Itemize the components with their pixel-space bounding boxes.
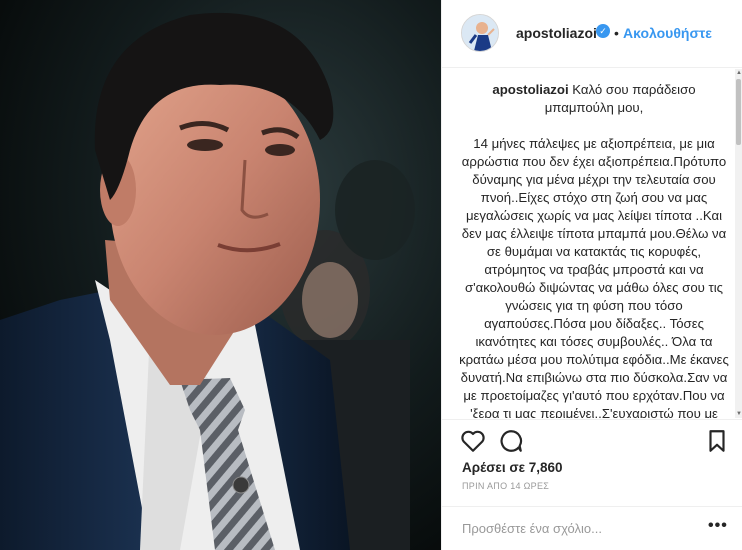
avatar-icon[interactable] xyxy=(461,14,499,52)
caption-first-paragraph: apostoliazoi Καλό σου παράδεισο μπαμπούλ… xyxy=(458,81,730,117)
post-side-panel: apostoliazoi ✓ • Ακολουθήστε apostoliazo… xyxy=(441,0,742,550)
likes-count[interactable]: Αρέσει σε 7,860 xyxy=(462,460,563,475)
caption-body: 14 μήνες πάλεψες με αξιοπρέπεια, με μια … xyxy=(459,136,729,418)
post-actions: Αρέσει σε 7,860 ΠΡΙΝ ΑΠΟ 14 ΩΡΕΣ ••• xyxy=(442,419,742,550)
portrait-photo xyxy=(0,0,441,550)
post-caption: apostoliazoi Καλό σου παράδεισο μπαμπούλ… xyxy=(458,81,730,418)
scroll-up-arrow-icon[interactable]: ▲ xyxy=(736,70,742,76)
header-separator: • xyxy=(614,25,619,41)
scrollbar-thumb[interactable] xyxy=(736,79,741,145)
verified-badge-icon: ✓ xyxy=(596,24,610,38)
post-timestamp[interactable]: ΠΡΙΝ ΑΠΟ 14 ΩΡΕΣ xyxy=(462,481,549,491)
comment-bubble-icon[interactable] xyxy=(498,428,524,454)
post-header: apostoliazoi ✓ • Ακολουθήστε xyxy=(442,0,742,68)
follow-button[interactable]: Ακολουθήστε xyxy=(623,25,712,41)
comments-area[interactable]: apostoliazoi Καλό σου παράδεισο μπαμπούλ… xyxy=(442,69,736,418)
more-options-icon[interactable]: ••• xyxy=(708,517,728,535)
post-username[interactable]: apostoliazoi xyxy=(516,25,597,41)
post-photo[interactable] xyxy=(0,0,441,550)
caption-username[interactable]: apostoliazoi xyxy=(492,82,568,97)
heart-icon[interactable] xyxy=(460,428,486,454)
bookmark-icon[interactable] xyxy=(704,428,730,454)
comment-input[interactable] xyxy=(462,521,692,536)
scroll-down-arrow-icon[interactable]: ▼ xyxy=(736,411,742,417)
add-comment-row: ••• xyxy=(442,506,742,550)
caption-spacer xyxy=(458,117,730,135)
comments-scrollbar[interactable]: ▲ ▼ xyxy=(735,69,742,418)
